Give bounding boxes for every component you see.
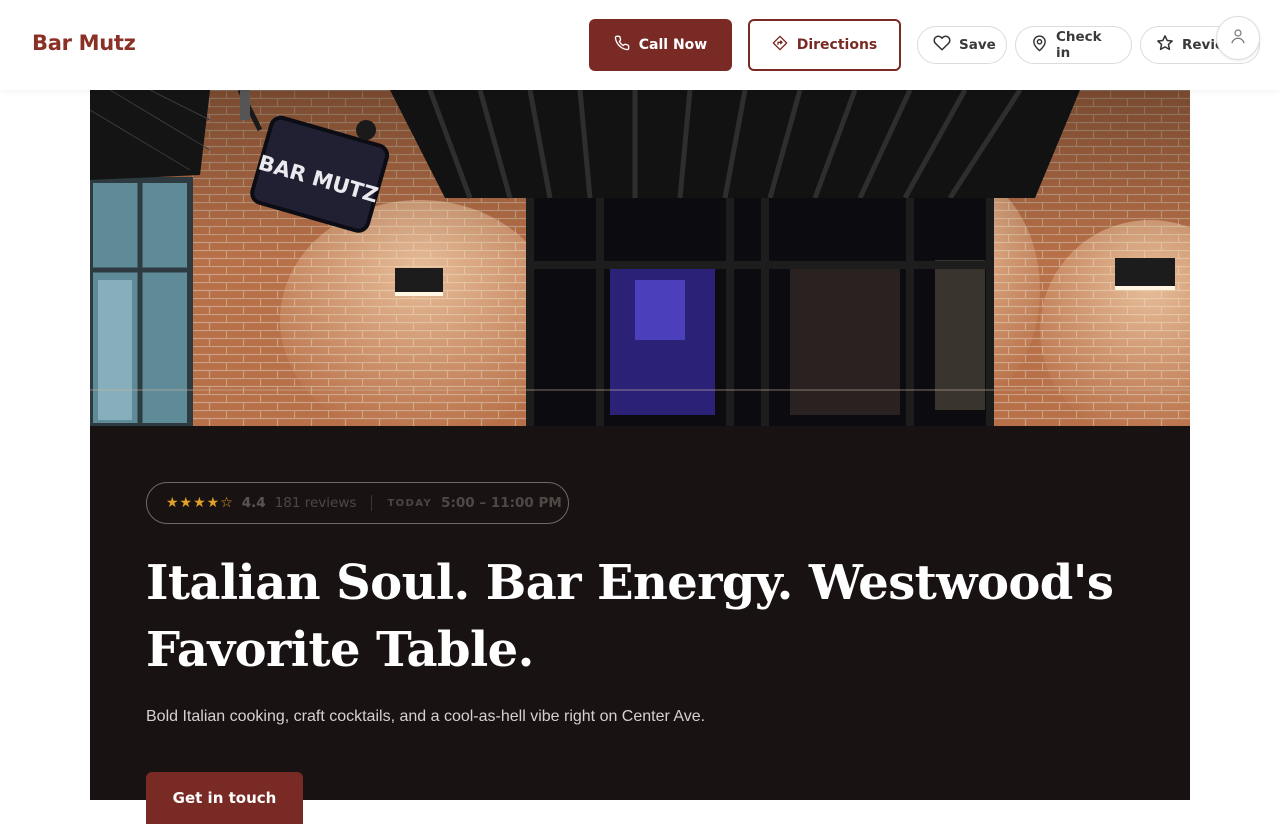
save-label: Save: [959, 37, 996, 53]
star-icon: [1156, 34, 1174, 56]
map-pin-icon: [1031, 34, 1048, 56]
check-in-button[interactable]: Check in: [1015, 26, 1132, 64]
hero-info-panel: ★★★★☆ 4.4 181 reviews TODAY 5:00 – 11:00…: [90, 426, 1190, 824]
today-label: TODAY: [387, 497, 433, 509]
save-button[interactable]: Save: [917, 26, 1007, 64]
directions-label: Directions: [796, 37, 878, 53]
call-now-label: Call Now: [638, 37, 708, 53]
user-icon: [1229, 27, 1247, 49]
call-now-button[interactable]: Call Now: [589, 19, 732, 71]
restaurant-storefront-photo: BAR MUTZ: [90, 90, 1190, 426]
rating-value: 4.4: [241, 495, 266, 511]
page-headline: Italian Soul. Bar Energy. Westwood's Fav…: [146, 555, 1114, 678]
rating-hours-badge: ★★★★☆ 4.4 181 reviews TODAY 5:00 – 11:00…: [146, 482, 569, 524]
directions-button[interactable]: Directions: [748, 19, 901, 71]
page-subheadline: Bold Italian cooking, craft cocktails, a…: [146, 708, 706, 725]
rating-stars: ★★★★☆: [166, 495, 234, 511]
badge-divider: [371, 495, 373, 511]
top-navigation-bar: Bar Mutz Call Now Directions Save Check …: [0, 0, 1280, 90]
directions-icon: [772, 35, 788, 55]
get-in-touch-button[interactable]: Get in touch: [146, 772, 303, 824]
account-button[interactable]: [1216, 16, 1260, 60]
review-count-link[interactable]: 181 reviews: [275, 495, 357, 511]
brand-logo[interactable]: Bar Mutz: [32, 31, 136, 55]
phone-icon: [614, 35, 630, 55]
check-in-label: Check in: [1056, 29, 1102, 61]
opening-hours: 5:00 – 11:00 PM: [441, 495, 562, 511]
heart-icon: [933, 34, 951, 56]
